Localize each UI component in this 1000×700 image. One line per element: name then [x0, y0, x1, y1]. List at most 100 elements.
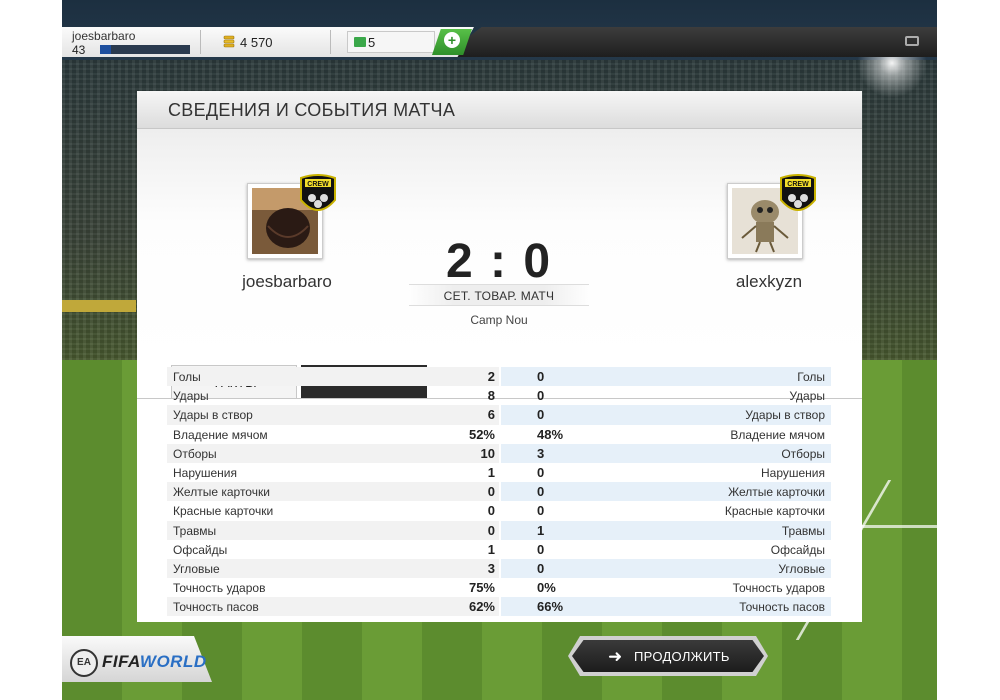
stat-label-home: Желтые карточки: [173, 485, 270, 500]
ad-board: [62, 300, 136, 312]
xp-progress-bar: [100, 45, 190, 54]
stat-row: Голы 2 0 Голы: [167, 367, 831, 387]
stat-row: Владение мячом 52% 48% Владение мячом: [167, 425, 831, 444]
arrow-right-icon[interactable]: ➜: [608, 647, 622, 667]
stat-label-away: Нарушения: [760, 465, 825, 480]
stat-value-away: 0: [537, 369, 545, 384]
stat-label-away: Точность ударов: [732, 581, 825, 596]
level-label: 43: [72, 43, 86, 57]
match-type: СЕТ. ТОВАР. МАТЧ: [443, 289, 555, 303]
stat-row: Точность пасов 62% 66% Точность пасов: [167, 597, 831, 617]
stat-label-away: Травмы: [781, 523, 825, 538]
stat-row: Удары в створ 6 0 Удары в створ: [167, 405, 831, 425]
svg-text:CREW: CREW: [307, 181, 329, 188]
topbar-dark-strip: [442, 27, 937, 57]
stat-value-away: 0: [537, 407, 545, 423]
stat-label-home: Отборы: [173, 446, 217, 461]
stat-value-away: 66%: [537, 599, 564, 615]
continue-button-label[interactable]: ПРОДОЛЖИТЬ: [634, 649, 730, 664]
stat-row: Красные карточки 0 0 Красные карточки: [167, 501, 831, 520]
stat-label-away: Владение мячом: [730, 427, 825, 442]
stat-value-away: 48%: [537, 426, 564, 442]
topbar-divider: [200, 30, 201, 54]
away-team-name: alexkyzn: [735, 272, 803, 291]
fifa-world-logo: FIFAWORLD: [102, 652, 207, 672]
stat-value-away: 0: [537, 388, 545, 404]
stat-label-away: Удары: [789, 389, 825, 404]
stat-value-away: 3: [537, 445, 545, 461]
topbar-divider: [330, 30, 331, 54]
stat-label-home: Нарушения: [173, 465, 238, 480]
stat-label-away: Удары в створ: [745, 408, 825, 423]
stat-value-home: 3: [487, 560, 495, 576]
stat-value-home: 1: [487, 541, 495, 557]
stat-label-home: Офсайды: [173, 542, 228, 557]
xp-progress-fill: [100, 45, 111, 54]
stat-value-away: 0: [537, 464, 545, 480]
stat-row: Угловые 3 0 Угловые: [167, 558, 831, 579]
stat-value-home: 2: [487, 369, 495, 384]
stat-value-home: 8: [487, 388, 495, 404]
world-logo-part: WORLD: [139, 652, 207, 671]
stat-value-home: 0: [487, 522, 495, 538]
svg-text:CREW: CREW: [787, 181, 809, 188]
coins-icon: [223, 35, 235, 48]
stat-value-home: 52%: [468, 426, 495, 442]
points-icon: [354, 37, 366, 47]
home-team-name: joesbarbaro: [242, 272, 332, 291]
stat-value-home: 0: [487, 503, 495, 519]
stat-label-home: Удары в створ: [173, 408, 253, 423]
camera-icon[interactable]: [905, 36, 919, 46]
stat-value-away: 0: [537, 560, 545, 576]
plus-icon[interactable]: +: [444, 32, 460, 48]
stat-row: Удары 8 0 Удары: [167, 386, 831, 405]
stat-row: Отборы 10 3 Отборы: [167, 443, 831, 463]
stat-value-home: 0: [487, 484, 495, 500]
stat-value-away: 0: [537, 503, 545, 519]
stat-value-home: 10: [480, 445, 495, 461]
stadium-name: Camp Nou: [470, 313, 528, 327]
stat-value-home: 75%: [468, 580, 495, 596]
match-banner: CREW joesbarbaro 2 : 0 СЕТ. ТОВАР. МАТЧ …: [137, 129, 862, 399]
stat-value-away: 0: [537, 484, 545, 500]
stat-value-home: 1: [487, 464, 495, 480]
stat-row-away-bg: [501, 367, 831, 387]
match-summary-panel: СВЕДЕНИЯ И СОБЫТИЯ МАТЧА CREW joesbarbar…: [137, 91, 862, 622]
stat-label-away: Угловые: [778, 561, 825, 576]
points-balance: 5: [368, 35, 376, 50]
stat-label-away: Офсайды: [770, 542, 825, 557]
stat-label-away: Отборы: [781, 446, 825, 461]
stat-value-away: 0%: [537, 580, 556, 596]
stat-label-home: Угловые: [173, 561, 220, 576]
stat-value-home: 6: [487, 407, 495, 423]
stat-label-home: Травмы: [173, 523, 217, 538]
stat-label-home: Владение мячом: [173, 427, 268, 442]
ea-sports-logo: EA: [70, 649, 98, 677]
stat-row: Точность ударов 75% 0% Точность ударов: [167, 578, 831, 597]
stat-row-away-bg: [501, 386, 831, 405]
stat-label-home: Голы: [173, 370, 201, 384]
stat-label-away: Точность пасов: [739, 600, 825, 615]
panel-header: СВЕДЕНИЯ И СОБЫТИЯ МАТЧА: [137, 91, 862, 129]
stat-row: Офсайды 1 0 Офсайды: [167, 540, 831, 559]
username-label: joesbarbaro: [72, 29, 136, 43]
stat-row: Травмы 0 1 Травмы: [167, 520, 831, 540]
stat-label-away: Голы: [797, 370, 825, 384]
away-club-badge: CREW: [780, 174, 816, 211]
coins-balance: 4 570: [240, 35, 273, 50]
stat-label-away: Желтые карточки: [728, 485, 825, 500]
match-stats-table: Голы 2 0 Голы Удары 8 0 Удары Удары в створ 6 0 Уда…: [167, 367, 831, 617]
match-score: 2 : 0: [445, 235, 553, 288]
stat-label-home: Удары: [173, 389, 209, 404]
stat-value-away: 1: [537, 522, 545, 538]
stat-label-home: Красные карточки: [173, 504, 274, 519]
stat-row: Желтые карточки 0 0 Желтые карточки: [167, 482, 831, 502]
game-stage: joesbarbaro 43 4 570 5 + СВЕДЕНИЯ И СОБЫ…: [62, 0, 937, 700]
stat-value-away: 0: [537, 541, 545, 557]
stat-label-home: Точность пасов: [173, 600, 259, 615]
stat-label-away: Красные карточки: [724, 504, 825, 519]
stat-label-home: Точность ударов: [173, 581, 266, 596]
home-club-badge: CREW: [300, 174, 336, 211]
fifa-logo-part: FIFA: [102, 652, 140, 671]
stat-row: Нарушения 1 0 Нарушения: [167, 463, 831, 482]
